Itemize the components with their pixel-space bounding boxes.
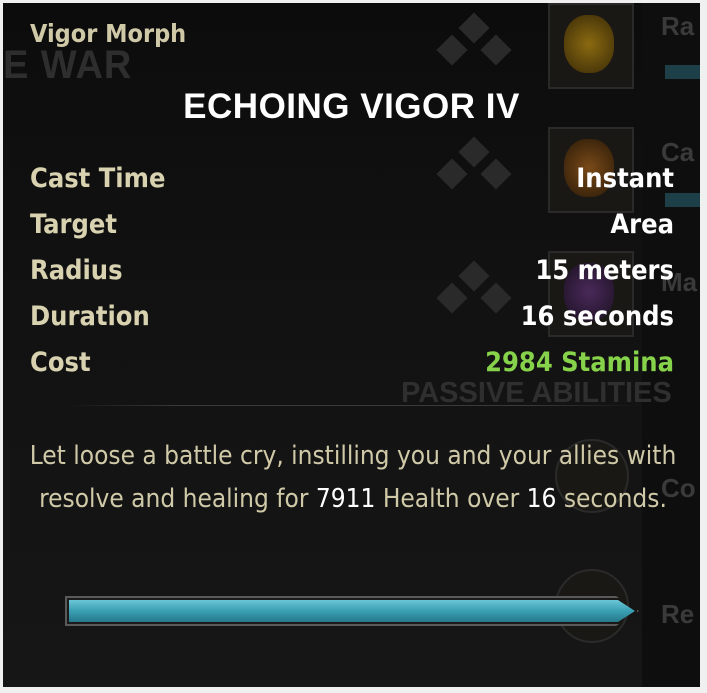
skill-description: Let loose a battle cry, instilling you a… [23, 435, 683, 521]
stat-label: Target [30, 209, 117, 240]
health-amount: 7911 [315, 484, 376, 514]
side-xp-bar [665, 65, 700, 79]
stat-value: Instant [576, 163, 674, 194]
stat-value: Area [610, 209, 674, 240]
side-label: Ra [661, 11, 695, 41]
skill-slot-rally-icon[interactable] [548, 3, 634, 89]
side-label: Re [661, 599, 695, 629]
stat-label: Duration [30, 301, 150, 332]
stat-value-stamina-cost: 2984 Stamina [485, 347, 674, 378]
skill-name: ECHOING VIGOR IV [183, 87, 520, 126]
stat-row-radius: Radius 15 meters [30, 255, 674, 289]
morph-diamond-icon [436, 12, 512, 71]
background-section-title: E WAR [3, 43, 133, 87]
divider [63, 405, 643, 406]
morph-label: Vigor Morph [30, 19, 187, 48]
description-text: Health over [375, 484, 527, 514]
stat-label: Cost [30, 347, 91, 378]
duration-amount: 16 [526, 484, 557, 514]
stat-row-duration: Duration 16 seconds [30, 301, 674, 335]
stat-row-cast-time: Cast Time Instant [30, 163, 674, 197]
progress-frame [65, 596, 639, 626]
description-text: seconds. [556, 484, 667, 514]
stat-value: 15 meters [535, 255, 674, 286]
skill-progress-bar [65, 596, 639, 626]
stat-row-cost: Cost 2984 Stamina [30, 347, 674, 381]
stat-row-target: Target Area [30, 209, 674, 243]
stat-label: Radius [30, 255, 123, 286]
stat-label: Cast Time [30, 163, 166, 194]
stat-value: 16 seconds [520, 301, 674, 332]
skill-tooltip-frame: E WAR Ra Ca Ma Co Re PASSIVE ABILITIES V… [3, 3, 700, 687]
